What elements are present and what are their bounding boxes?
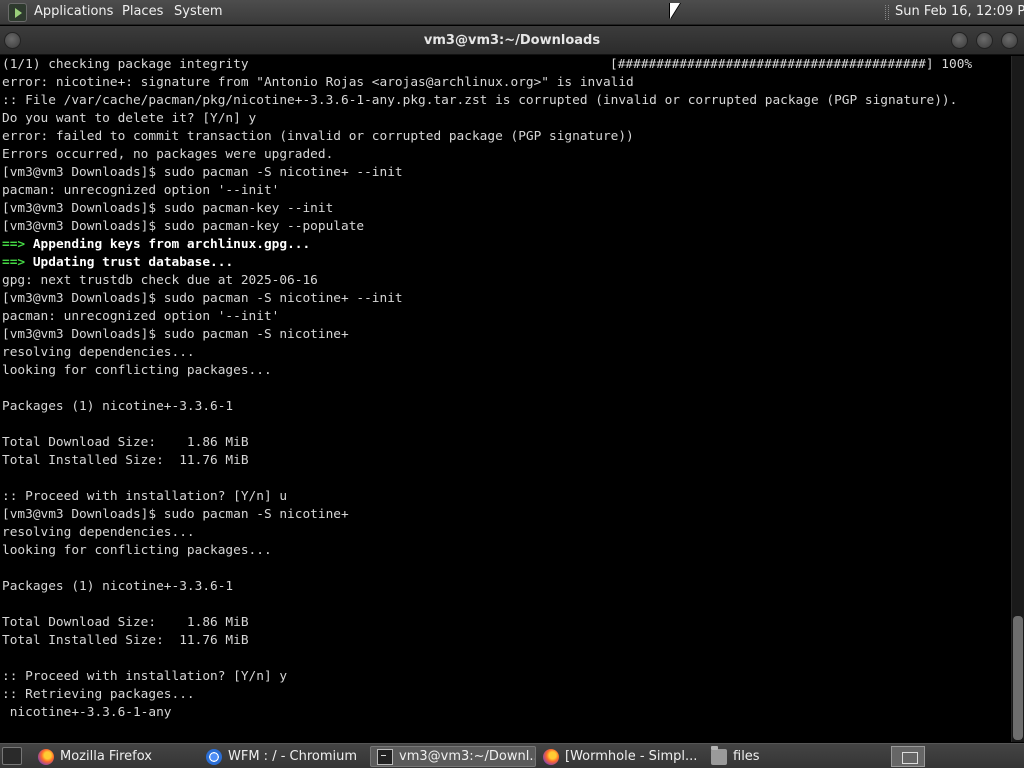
taskbar-item-firefox[interactable]: Mozilla Firefox <box>32 746 200 767</box>
terminal-line: [vm3@vm3 Downloads]$ sudo pacman -S nico… <box>2 507 349 522</box>
firefox-icon <box>543 748 559 765</box>
terminal-line: looking for conflicting packages... <box>2 363 272 378</box>
terminal-line: Packages (1) nicotine+-3.3.6-1 <box>2 399 234 414</box>
terminal-line: :: Proceed with installation? [Y/n] u <box>2 489 288 504</box>
minimize-icon[interactable] <box>951 32 968 49</box>
terminal-output[interactable]: (1/1) checking package integrity [#######… <box>0 56 1011 742</box>
terminal-line: [vm3@vm3 Downloads]$ sudo pacman-key --p… <box>2 219 365 234</box>
taskbar-item-label: files <box>733 749 760 764</box>
applications-logo-icon[interactable] <box>8 3 27 22</box>
terminal-line: pacman: unrecognized option '--init' <box>2 309 280 324</box>
workspace-switcher[interactable] <box>891 746 925 767</box>
terminal-line: [vm3@vm3 Downloads]$ sudo pacman-key --i… <box>2 201 334 216</box>
taskbar-item-label: WFM : / - Chromium <box>228 749 358 764</box>
terminal-line: :: File /var/cache/pacman/pkg/nicotine+-… <box>2 93 958 108</box>
bottom-taskbar: Mozilla Firefox WFM : / - Chromium vm3@v… <box>0 743 1024 768</box>
window-title: vm3@vm3:~/Downloads <box>423 33 601 48</box>
terminal-line: Total Download Size: 1.86 MiB <box>2 615 249 630</box>
arrow-marker: ==> <box>2 237 26 252</box>
terminal-line: Total Download Size: 1.86 MiB <box>2 435 249 450</box>
terminal-line: error: failed to commit transaction (inv… <box>2 129 634 144</box>
taskbar-item-label: [Wormhole - Simpl... <box>565 749 698 764</box>
terminal-line: [vm3@vm3 Downloads]$ sudo pacman -S nico… <box>2 291 403 306</box>
terminal-line: ==> Updating trust database... <box>0 254 1011 272</box>
terminal-line: :: Retrieving packages... <box>2 687 195 702</box>
taskbar-item-files[interactable]: files <box>705 746 875 767</box>
terminal-line: Errors occurred, no packages were upgrad… <box>2 147 334 162</box>
terminal-line: nicotine+-3.3.6-1-any <box>2 705 172 720</box>
terminal-line: [vm3@vm3 Downloads]$ sudo pacman -S nico… <box>2 165 403 180</box>
terminal-line: resolving dependencies... <box>2 525 195 540</box>
window-titlebar[interactable]: vm3@vm3:~/Downloads <box>0 26 1024 55</box>
close-icon[interactable] <box>1001 32 1018 49</box>
show-desktop-icon[interactable] <box>2 747 22 765</box>
terminal-line: Total Installed Size: 11.76 MiB <box>2 633 249 648</box>
taskbar-item-chromium[interactable]: WFM : / - Chromium <box>200 746 368 767</box>
terminal-line: pacman: unrecognized option '--init' <box>2 183 280 198</box>
taskbar-item-label: vm3@vm3:~/Downl... <box>399 749 536 764</box>
taskbar-item-terminal[interactable]: vm3@vm3:~/Downl... <box>370 746 536 767</box>
terminal-line-text: Appending keys from archlinux.gpg... <box>32 237 311 252</box>
terminal-line-text: (1/1) checking package integrity <box>2 57 249 72</box>
panel-separator <box>885 5 889 20</box>
terminal-line: looking for conflicting packages... <box>2 543 272 558</box>
terminal-line: Do you want to delete it? [Y/n] y <box>2 111 257 126</box>
terminal-line: error: nicotine+: signature from "Antoni… <box>2 75 634 90</box>
progress-bar-text: [#######################################… <box>610 57 973 72</box>
taskbar-item-label: Mozilla Firefox <box>60 749 152 764</box>
terminal-line: ==> Appending keys from archlinux.gpg... <box>0 236 1011 254</box>
maximize-icon[interactable] <box>976 32 993 49</box>
arrow-marker: ==> <box>2 255 26 270</box>
clock[interactable]: Sun Feb 16, 12:09 PM <box>895 4 1024 19</box>
chromium-icon <box>206 748 222 765</box>
terminal-line: :: Proceed with installation? [Y/n] y <box>2 669 288 684</box>
terminal-line: Total Installed Size: 11.76 MiB <box>2 453 249 468</box>
top-panel: Applications Places System Sun Feb 16, 1… <box>0 0 1024 25</box>
taskbar-item-wormhole[interactable]: [Wormhole - Simpl... <box>537 746 703 767</box>
terminal-line: Packages (1) nicotine+-3.3.6-1 <box>2 579 234 594</box>
terminal-scrollbar[interactable] <box>1011 56 1024 742</box>
terminal-line-text: Updating trust database... <box>32 255 234 270</box>
terminal-line: [vm3@vm3 Downloads]$ sudo pacman -S nico… <box>2 327 349 342</box>
menu-places[interactable]: Places <box>122 4 163 19</box>
terminal-icon <box>377 748 393 765</box>
menu-applications[interactable]: Applications <box>34 4 113 19</box>
mouse-pointer-icon <box>670 3 680 19</box>
terminal-line: resolving dependencies... <box>2 345 195 360</box>
terminal-line: (1/1) checking package integrity [#######… <box>0 56 1011 74</box>
folder-icon <box>711 746 727 765</box>
scrollbar-thumb[interactable] <box>1013 616 1023 740</box>
firefox-icon <box>38 748 54 765</box>
menu-system[interactable]: System <box>174 4 222 19</box>
terminal-line: gpg: next trustdb check due at 2025-06-1… <box>2 273 318 288</box>
